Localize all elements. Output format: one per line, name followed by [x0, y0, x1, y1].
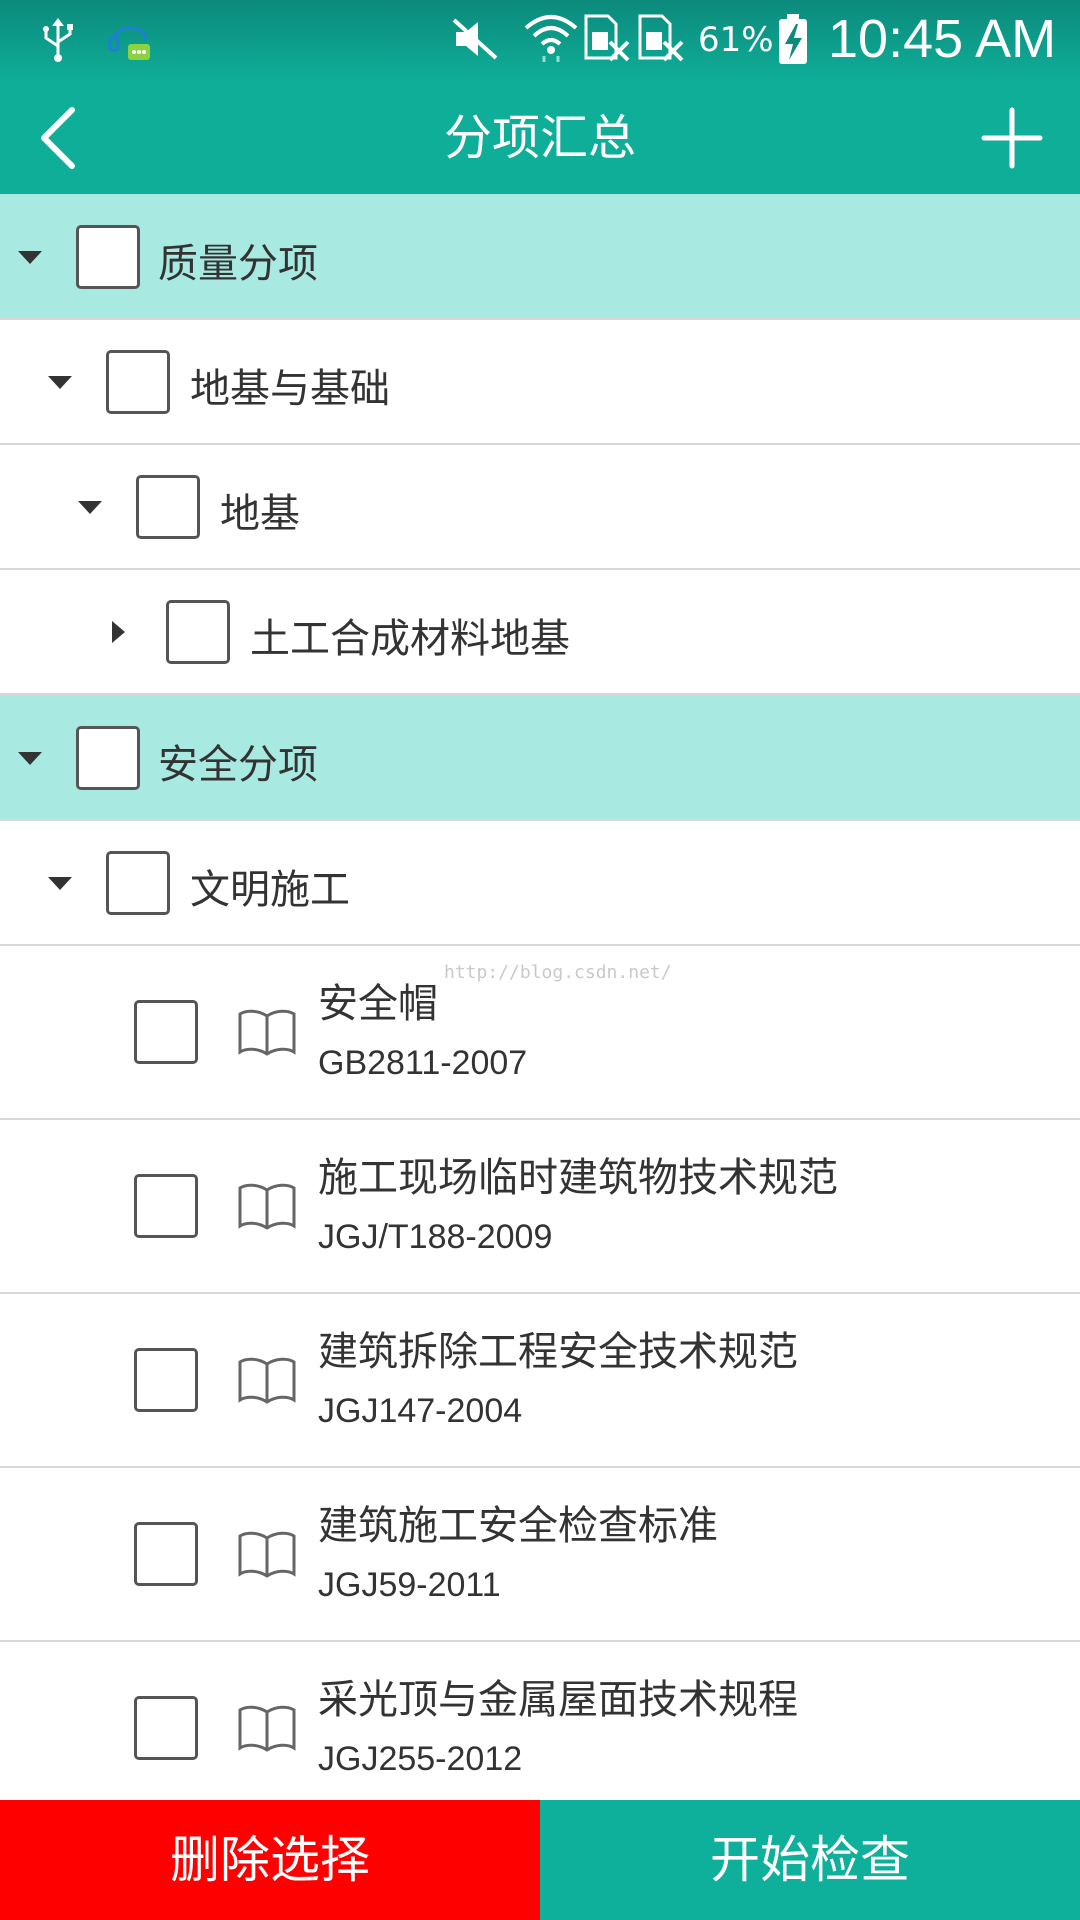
standard-title: 采光顶与金属屋面技术规程 [318, 1677, 798, 1723]
tree-node-foundation-section[interactable]: 地基与基础 [0, 320, 1080, 445]
status-clock: 10:45 AM [828, 9, 1057, 69]
wifi-icon [524, 15, 578, 62]
tree-label: 地基 [220, 491, 300, 537]
book-icon [238, 1357, 296, 1404]
expand-arrow-icon[interactable] [18, 752, 42, 765]
tree-label: 安全分项 [158, 742, 318, 788]
tree-label: 地基与基础 [190, 366, 390, 412]
book-icon [238, 1009, 296, 1056]
standard-title: 建筑施工安全检查标准 [318, 1503, 718, 1549]
tree-node-civilized-construction[interactable]: 文明施工 [0, 821, 1080, 946]
standard-checkbox[interactable] [134, 1696, 198, 1760]
category-tree: 质量分项 地基与基础 地基 土工合成材料地基 安全分项 文明施工 安全帽 GB2… [0, 194, 1080, 1816]
standard-code: JGJ147-2004 [318, 1392, 523, 1430]
standard-checkbox[interactable] [134, 1000, 198, 1064]
tree-label: 文明施工 [190, 867, 350, 913]
tree-node-geosynthetic[interactable]: 土工合成材料地基 [0, 570, 1080, 695]
page-title: 分项汇总 [443, 110, 636, 166]
start-inspection-button[interactable]: 开始检查 [540, 1800, 1080, 1920]
checkbox-geosynthetic[interactable] [166, 600, 230, 664]
checkbox-quality[interactable] [76, 225, 140, 289]
tree-node-foundation[interactable]: 地基 [0, 445, 1080, 570]
standard-code: JGJ255-2012 [318, 1740, 523, 1778]
standard-title: 建筑拆除工程安全技术规范 [318, 1329, 798, 1375]
standard-item[interactable]: 施工现场临时建筑物技术规范 JGJ/T188-2009 [0, 1120, 1080, 1294]
expand-arrow-icon[interactable] [48, 877, 72, 890]
standard-item[interactable]: 建筑拆除工程安全技术规范 JGJ147-2004 [0, 1294, 1080, 1468]
chevron-left-icon [41, 107, 75, 169]
standard-item[interactable]: 建筑施工安全检查标准 JGJ59-2011 [0, 1468, 1080, 1642]
notification-icon [108, 26, 150, 60]
checkbox-civilized-construction[interactable] [106, 851, 170, 915]
battery-charging-icon [779, 14, 807, 64]
standard-code: JGJ/T188-2009 [318, 1218, 553, 1256]
expand-arrow-icon[interactable] [78, 501, 102, 514]
tree-group-safety[interactable]: 安全分项 [0, 695, 1080, 821]
collapse-arrow-icon[interactable] [112, 621, 125, 643]
checkbox-foundation[interactable] [136, 475, 200, 539]
standard-title: 安全帽 [318, 981, 438, 1027]
book-icon [238, 1705, 296, 1752]
expand-arrow-icon[interactable] [18, 251, 42, 264]
checkbox-foundation-section[interactable] [106, 350, 170, 414]
status-bar: 61% 10:45 AM [0, 0, 1080, 82]
standard-code: GB2811-2007 [318, 1044, 528, 1082]
standard-checkbox[interactable] [134, 1174, 198, 1238]
checkbox-safety[interactable] [76, 726, 140, 790]
no-sim-icon [638, 14, 684, 62]
tree-group-quality[interactable]: 质量分项 [0, 194, 1080, 320]
standard-title: 施工现场临时建筑物技术规范 [318, 1155, 838, 1201]
add-button[interactable] [976, 102, 1048, 174]
expand-arrow-icon[interactable] [48, 376, 72, 389]
usb-icon [43, 18, 73, 62]
no-sim-icon [584, 14, 630, 62]
watermark-text: http://blog.csdn.net/ [444, 962, 672, 983]
standard-item[interactable]: 采光顶与金属屋面技术规程 JGJ255-2012 [0, 1642, 1080, 1816]
title-bar: 分项汇总 [0, 82, 1080, 194]
standard-checkbox[interactable] [134, 1348, 198, 1412]
mute-icon [452, 18, 498, 60]
book-icon [238, 1531, 296, 1578]
bottom-action-bar: 删除选择 开始检查 [0, 1800, 1080, 1920]
tree-label: 土工合成材料地基 [250, 616, 570, 662]
standard-code: JGJ59-2011 [318, 1566, 501, 1604]
tree-label: 质量分项 [158, 241, 318, 287]
delete-selection-button[interactable]: 删除选择 [0, 1800, 540, 1920]
plus-icon [981, 107, 1043, 169]
back-button[interactable] [26, 100, 98, 176]
book-icon [238, 1183, 296, 1230]
battery-percent: 61% [698, 20, 774, 60]
standard-checkbox[interactable] [134, 1522, 198, 1586]
